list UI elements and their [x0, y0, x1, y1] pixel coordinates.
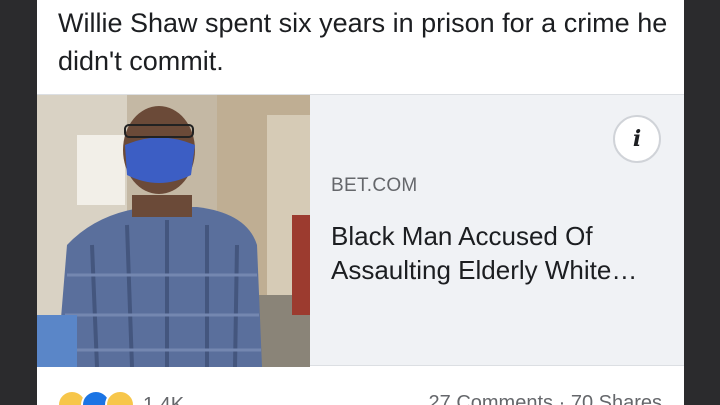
- link-preview[interactable]: i BET.COM Black Man Accused Of Assaultin…: [37, 94, 684, 367]
- post-text: Willie Shaw spent six years in prison fo…: [58, 8, 668, 76]
- sad-reaction-icon: [105, 390, 135, 405]
- engagement-stats: 27 Comments · 70 Shares: [429, 392, 662, 405]
- shares-count[interactable]: 70 Shares: [571, 392, 662, 405]
- post-footer: 1.4K 27 Comments · 70 Shares: [37, 366, 684, 405]
- man-in-mask-photo: [37, 95, 310, 367]
- link-headline[interactable]: Black Man Accused Of Assaulting Elderly …: [331, 219, 671, 287]
- headline-line-1: Black Man Accused Of: [331, 221, 593, 251]
- link-domain: BET.COM: [331, 175, 418, 196]
- post-card: Willie Shaw spent six years in prison fo…: [37, 0, 684, 405]
- comments-count[interactable]: 27 Comments: [429, 392, 554, 405]
- reaction-count: 1.4K: [143, 393, 185, 405]
- reaction-summary[interactable]: 1.4K: [57, 390, 184, 405]
- stats-separator: ·: [558, 392, 566, 405]
- info-icon[interactable]: i: [613, 115, 661, 163]
- headline-line-2: Assaulting Elderly White…: [331, 255, 638, 285]
- article-thumbnail[interactable]: [37, 95, 310, 367]
